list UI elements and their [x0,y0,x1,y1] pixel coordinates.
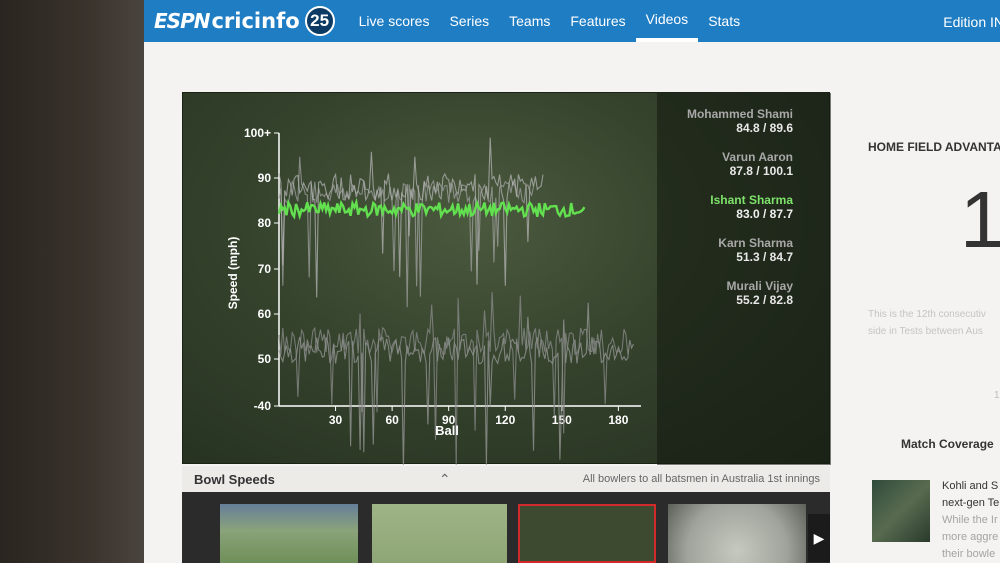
bowl-speeds-header: Bowl Speeds ⌃ All bowlers to all batsmen… [182,466,830,492]
series-line-murali-vijay [278,291,629,465]
site-logo[interactable]: ESPN cricinfo 25 [154,6,335,36]
legend-item-vijay[interactable]: Murali Vijay 55.2 / 82.8 [727,279,793,307]
edition-selector[interactable]: Edition IN [943,14,1000,30]
collapse-chevron-icon[interactable]: ⌃ [439,471,451,488]
x-axis-label: Ball [435,423,459,438]
chart-axes: -405060708090100+30 60 90 120 150 180 [244,126,641,427]
story-headline: Kohli and S [942,480,999,492]
match-coverage-title: Match Coverage [901,437,994,451]
bowl-speeds-caption: All bowlers to all batsmen in Australia … [582,473,820,485]
thumbnail-bowl-speeds[interactable] [518,504,656,563]
y-tick-label: 90 [258,171,272,185]
bowl-speeds-title: Bowl Speeds [194,471,275,487]
home-field-description: This is the 12th consecutiv side in Test… [868,306,986,340]
logo-name: cricinfo [211,9,300,33]
legend-item-karn[interactable]: Karn Sharma 51.3 / 84.7 [718,236,793,264]
legend-item-aaron[interactable]: Varun Aaron 87.8 / 100.1 [722,150,793,178]
story-summary: While the Ir [942,514,998,526]
bowl-speed-chart-panel: -40 50 60 70 80 90 100+ 30 60 90 120 150 180 Speed (… [182,92,831,465]
right-sidebar: HOME FIELD ADVANTA 1 This is the 12th co… [854,92,1000,563]
y-tick-label: 50 [258,352,272,366]
story-teaser[interactable]: Kohli and S next-gen Te While the Ir mor… [942,478,999,563]
site-header: ESPN cricinfo 25 Live scores Series Team… [144,0,1000,42]
home-field-line: This is the 12th consecutiv [868,309,986,320]
legend-item-ishant[interactable]: Ishant Sharma 83.0 / 87.7 [710,193,793,221]
nav-videos[interactable]: Videos [635,0,699,42]
legend-name: Murali Vijay [726,279,793,293]
x-tick-label: 30 [329,413,343,427]
nav-live-scores[interactable]: Live scores [349,0,440,42]
y-tick-label: 60 [258,307,272,321]
chart-legend: Mohammed Shami 84.8 / 89.6 Varun Aaron 8… [657,93,831,465]
legend-stat: 84.8 / 89.6 [736,121,793,135]
legend-stat: 83.0 / 87.7 [736,207,793,221]
x-tick-label: 60 [385,413,399,427]
legend-item-shami[interactable]: Mohammed Shami 84.8 / 89.6 [687,107,793,135]
series-line-varun-aaron [278,137,544,298]
legend-name: Karn Sharma [718,236,793,250]
legend-stat: 55.2 / 82.8 [736,293,793,307]
anniversary-badge-icon: 25 [304,6,335,36]
story-headline: next-gen Te [942,497,1000,509]
nav-stats[interactable]: Stats [698,0,750,42]
series-line-ishant-sharma [277,197,586,221]
story-summary: their bowle [942,548,996,560]
main-nav: Live scores Series Teams Features Videos… [349,0,750,42]
y-tick-label: 100+ [244,126,271,140]
y-tick-label: 80 [258,216,272,230]
thumbnail-beehive[interactable] [372,504,507,563]
speed-chart[interactable]: -405060708090100+30 60 90 120 150 180 Speed (… [183,93,657,465]
home-field-title: HOME FIELD ADVANTA [868,140,1000,154]
nav-series[interactable]: Series [439,0,499,42]
thumbnail-pitch-map[interactable] [220,504,358,563]
home-field-line: side in Tests between Aus [868,326,983,337]
story-thumbnail[interactable] [872,480,930,542]
legend-name: Varun Aaron [722,150,793,164]
x-tick-label: 120 [495,413,515,427]
story-summary: more aggre [942,531,999,543]
browser-viewport: ESPN cricinfo 25 Live scores Series Team… [144,0,1000,563]
nav-teams[interactable]: Teams [499,0,560,42]
y-tick-label: -40 [254,399,272,413]
logo-wordmark: ESPN [154,9,210,33]
x-tick-label: 180 [608,413,628,427]
legend-stat: 87.8 / 100.1 [729,164,793,178]
y-axis-label: Speed (mph) [226,237,240,310]
visualization-carousel: ▶ [182,492,830,563]
home-field-number: 1 [960,175,1000,264]
carousel-next-icon[interactable]: ▶ [808,514,830,562]
legend-name: Mohammed Shami [686,107,793,121]
home-field-page: 1 [994,390,1000,401]
thumbnail-wagon-wheel[interactable] [668,504,806,563]
y-tick-label: 70 [258,262,272,276]
legend-name: Ishant Sharma [710,193,793,207]
monitor-bezel [0,0,144,563]
nav-features[interactable]: Features [560,0,635,42]
legend-stat: 51.3 / 84.7 [736,250,793,264]
